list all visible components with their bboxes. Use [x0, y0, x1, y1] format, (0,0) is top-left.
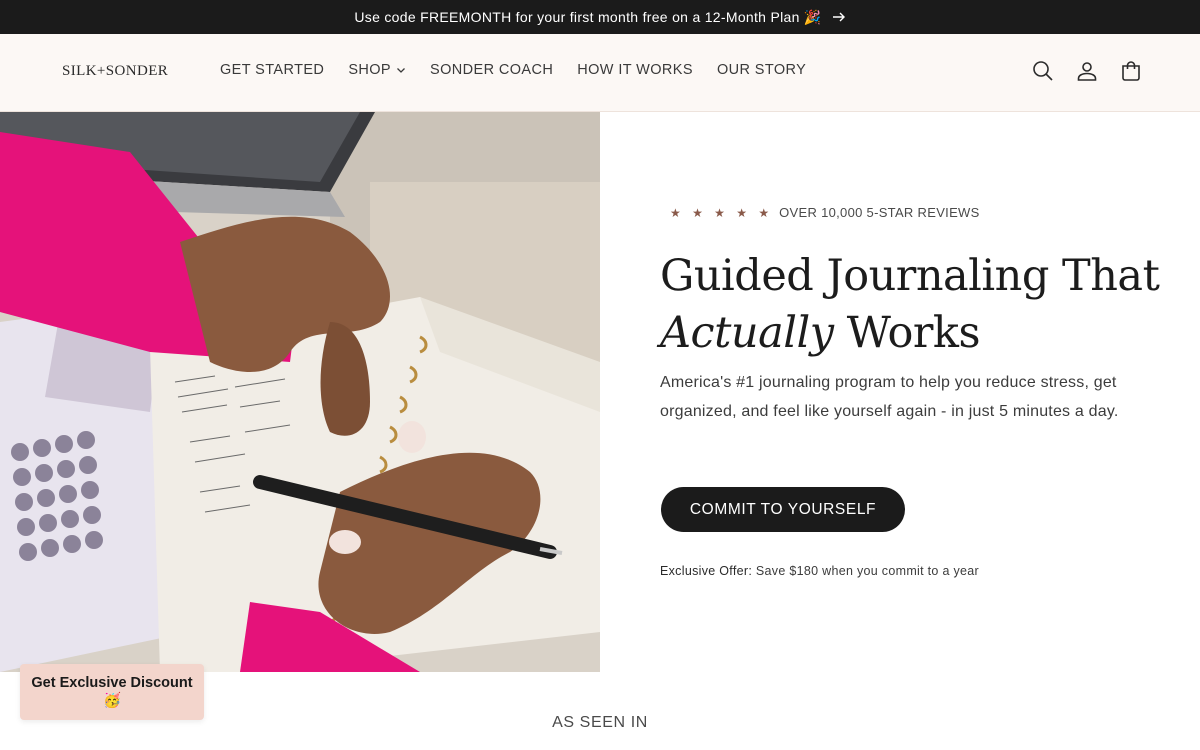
- headline-line1: Guided Journaling That: [660, 251, 1160, 301]
- announcement-text: Use code FREEMONTH for your first month …: [354, 8, 822, 25]
- arrow-right-icon[interactable]: [832, 10, 846, 24]
- site-header: SILK+SONDER GET STARTED SHOP SONDER COAC…: [0, 34, 1200, 112]
- nav-sonder-coach[interactable]: SONDER COACH: [430, 62, 553, 78]
- headline-italic: Actually: [660, 308, 834, 358]
- search-icon[interactable]: [1031, 59, 1055, 83]
- discount-popup-button[interactable]: Get Exclusive Discount 🥳: [20, 664, 204, 720]
- reviews-badge: ★ ★ ★ ★ ★ OVER 10,000 5-STAR REVIEWS: [670, 205, 980, 220]
- main-nav: GET STARTED SHOP SONDER COACH HOW IT WOR…: [220, 62, 806, 78]
- nav-how-it-works[interactable]: HOW IT WORKS: [577, 62, 693, 78]
- logo[interactable]: SILK+SONDER: [62, 63, 168, 80]
- star-rating-icon: ★ ★ ★ ★ ★: [670, 205, 774, 220]
- header-icons: [1031, 59, 1143, 83]
- nav-label: OUR STORY: [716, 62, 807, 78]
- hero-photo: [0, 112, 600, 672]
- nav-label: SHOP: [348, 62, 392, 78]
- nav-label: GET STARTED: [220, 62, 325, 78]
- chevron-down-icon: [396, 65, 406, 75]
- nav-label: HOW IT WORKS: [577, 62, 693, 78]
- account-icon[interactable]: [1075, 59, 1099, 83]
- exclusive-offer: Exclusive Offer: Save $180 when you comm…: [660, 564, 979, 578]
- hero-headline: Guided Journaling That Actually Works: [660, 248, 1160, 362]
- reviews-text: OVER 10,000 5-STAR REVIEWS: [779, 205, 980, 220]
- headline-line2: Works: [833, 308, 981, 358]
- offer-text: Save $180 when you commit to a year: [752, 564, 979, 578]
- commit-button[interactable]: COMMIT TO YOURSELF: [661, 487, 905, 532]
- hero-subcopy: America's #1 journaling program to help …: [660, 374, 1119, 420]
- announcement-bar[interactable]: Use code FREEMONTH for your first month …: [0, 0, 1200, 34]
- nav-get-started[interactable]: GET STARTED: [220, 62, 324, 78]
- nav-shop[interactable]: SHOP: [348, 62, 406, 78]
- nav-label: SONDER COACH: [430, 62, 554, 78]
- cart-icon[interactable]: [1119, 59, 1143, 83]
- party-emoji-icon: 🥳: [102, 693, 122, 709]
- discount-text: Get Exclusive Discount: [31, 675, 193, 691]
- nav-our-story[interactable]: OUR STORY: [717, 62, 806, 78]
- offer-label: Exclusive Offer:: [660, 564, 753, 578]
